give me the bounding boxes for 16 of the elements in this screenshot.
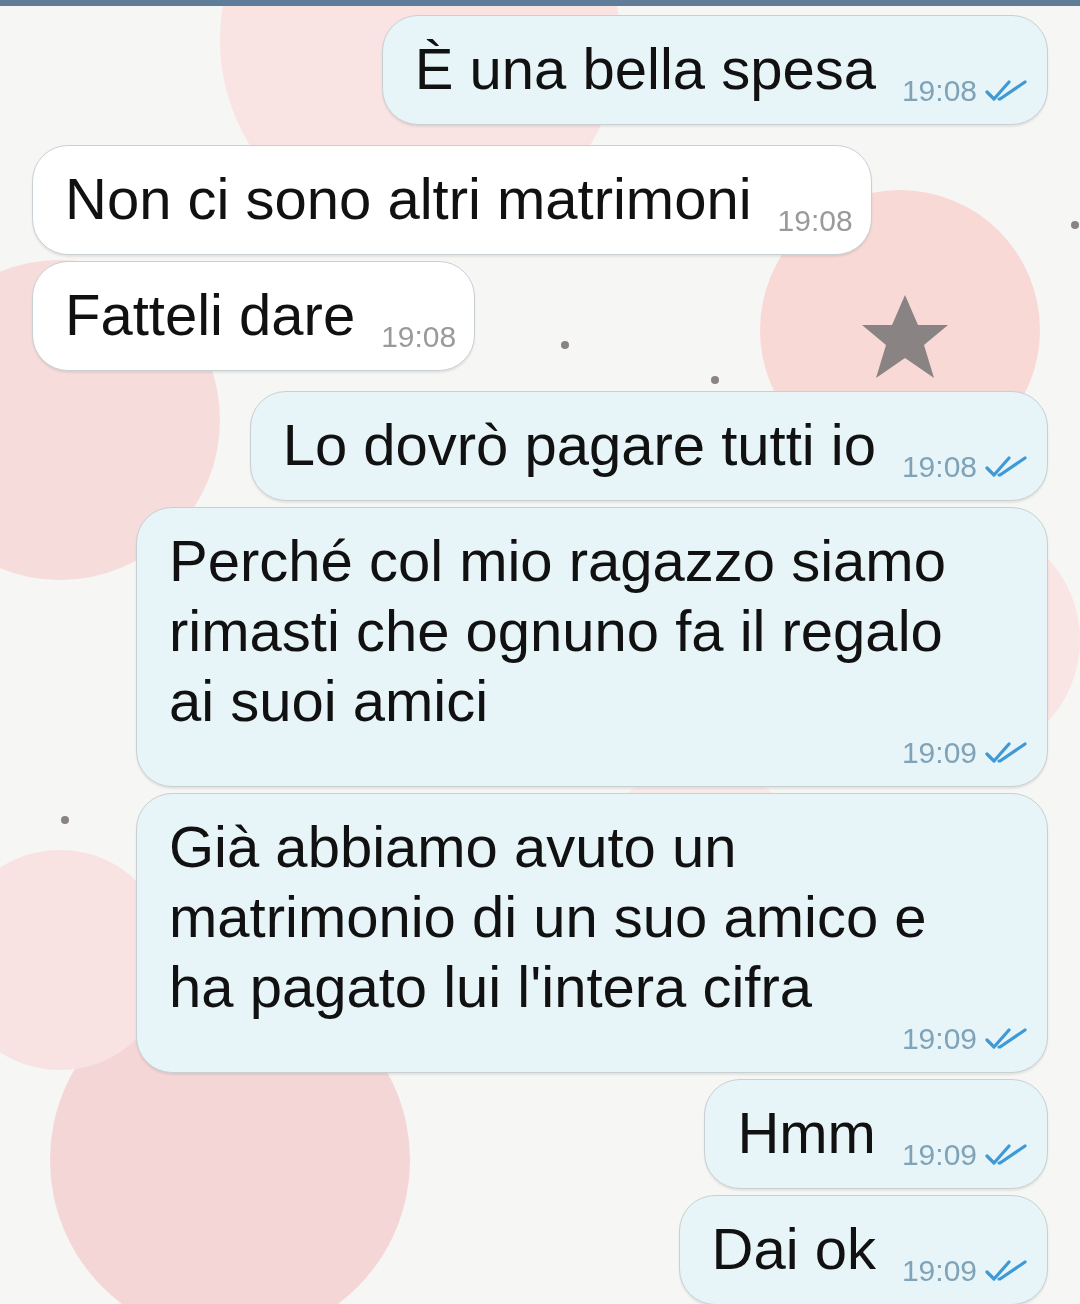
message-time: 19:09 bbox=[901, 1022, 977, 1056]
message-time: 19:08 bbox=[777, 204, 853, 238]
message-time: 19:08 bbox=[901, 74, 977, 108]
message-text: Lo dovrò pagare tutti io bbox=[282, 411, 876, 479]
message-text: Dai ok bbox=[711, 1215, 876, 1283]
message-time: 19:08 bbox=[381, 320, 457, 354]
message-text: Perché col mio ragazzo siamo rimasti che ognuno fa il regalo ai suoi amici bbox=[169, 527, 947, 735]
message-text: È una bella spesa bbox=[414, 35, 876, 103]
message-time: 19:09 bbox=[901, 736, 977, 770]
message-time: 19:09 bbox=[901, 1138, 977, 1172]
message-text: Hmm bbox=[737, 1099, 876, 1167]
message-text: Fatteli dare bbox=[65, 281, 356, 349]
message-text: Già abbiamo avuto un matrimonio di un suo amico e ha pagato lui l'intera cifra bbox=[169, 813, 928, 1021]
message-text: Non ci sono altri matrimoni bbox=[65, 165, 752, 233]
message-time: 19:08 bbox=[901, 450, 977, 484]
message-time: 19:09 bbox=[901, 1254, 977, 1288]
